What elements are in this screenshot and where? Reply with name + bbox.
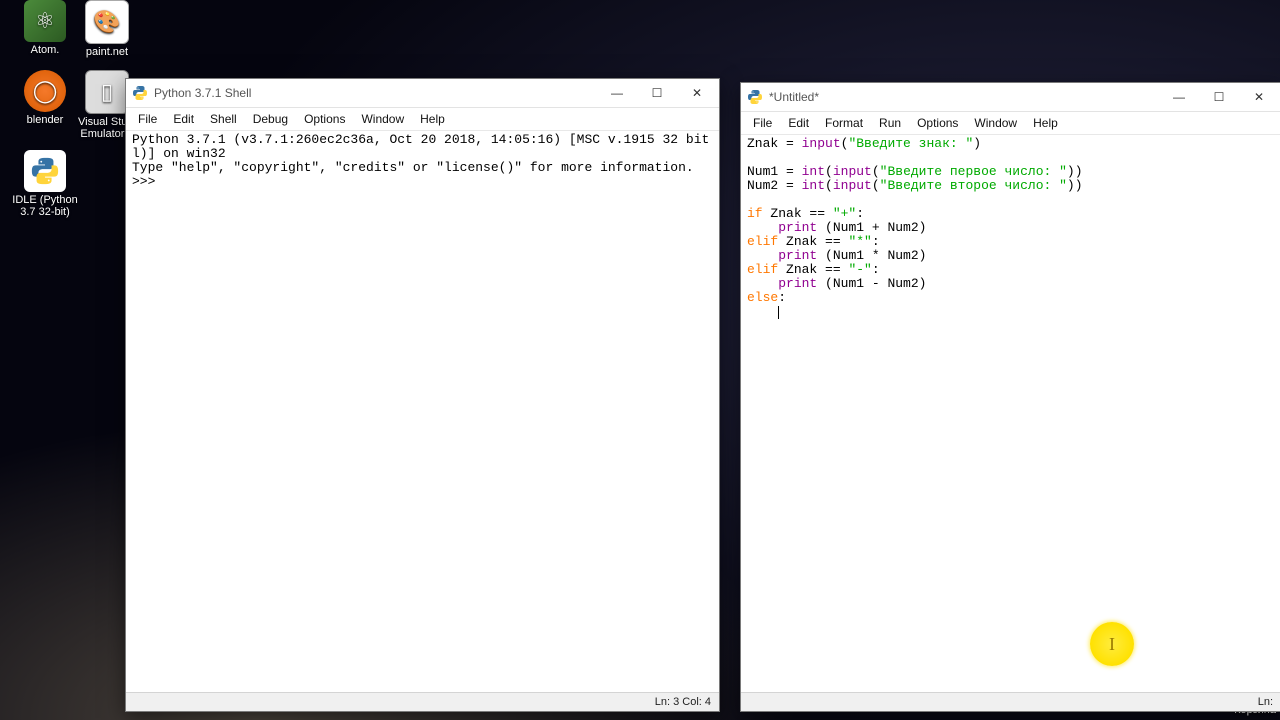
menu-debug[interactable]: Debug — [245, 110, 296, 128]
titlebar[interactable]: Python 3.7.1 Shell — ☐ ✕ — [126, 79, 719, 108]
desktop-icon-paintnet[interactable]: 🎨 paint.net — [72, 0, 142, 58]
python-icon — [132, 85, 148, 101]
shell-text-area[interactable]: Python 3.7.1 (v3.7.1:260ec2c36a, Oct 20 … — [126, 131, 719, 692]
shell-line: Python 3.7.1 (v3.7.1:260ec2c36a, Oct 20 … — [132, 132, 719, 147]
menu-options[interactable]: Options — [296, 110, 353, 128]
menu-edit[interactable]: Edit — [165, 110, 202, 128]
menu-help[interactable]: Help — [1025, 114, 1066, 132]
atom-icon: ⚛ — [24, 0, 66, 42]
close-button[interactable]: ✕ — [1239, 83, 1279, 111]
menu-edit[interactable]: Edit — [780, 114, 817, 132]
desktop-icon-label: paint.net — [86, 46, 128, 58]
paintnet-icon: 🎨 — [85, 0, 129, 44]
window-title: Python 3.7.1 Shell — [154, 86, 251, 100]
status-text: Ln: 3 Col: 4 — [655, 696, 711, 708]
desktop-icon-label: Atom. — [31, 44, 60, 56]
desktop-icon-idle[interactable]: IDLE (Python 3.7 32-bit) — [10, 150, 80, 218]
menubar: File Edit Format Run Options Window Help — [741, 112, 1280, 135]
maximize-button[interactable]: ☐ — [637, 79, 677, 107]
menubar: File Edit Shell Debug Options Window Hel… — [126, 108, 719, 131]
vsemulator-icon: ▯ — [85, 70, 129, 114]
python-shell-window: Python 3.7.1 Shell — ☐ ✕ File Edit Shell… — [125, 78, 720, 712]
window-title: *Untitled* — [769, 90, 819, 104]
titlebar[interactable]: *Untitled* — ☐ ✕ — [741, 83, 1280, 112]
menu-help[interactable]: Help — [412, 110, 453, 128]
close-button[interactable]: ✕ — [677, 79, 717, 107]
text-caret — [778, 306, 779, 319]
menu-file[interactable]: File — [130, 110, 165, 128]
menu-shell[interactable]: Shell — [202, 110, 245, 128]
desktop-icon-blender[interactable]: ◯ blender — [10, 70, 80, 126]
idle-icon — [24, 150, 66, 192]
statusbar: Ln: — [741, 692, 1280, 711]
statusbar: Ln: 3 Col: 4 — [126, 692, 719, 711]
blender-icon: ◯ — [24, 70, 66, 112]
shell-line: Type "help", "copyright", "credits" or "… — [132, 160, 694, 175]
python-editor-window: *Untitled* — ☐ ✕ File Edit Format Run Op… — [740, 82, 1280, 712]
maximize-button[interactable]: ☐ — [1199, 83, 1239, 111]
desktop-icon-label: IDLE (Python 3.7 32-bit) — [10, 194, 80, 218]
code-text-area[interactable]: Znak = input("Введите знак: ") Num1 = in… — [741, 135, 1280, 692]
python-icon — [747, 89, 763, 105]
minimize-button[interactable]: — — [1159, 83, 1199, 111]
menu-window[interactable]: Window — [966, 114, 1025, 132]
desktop-icon-label: blender — [27, 114, 64, 126]
desktop-icon-atom[interactable]: ⚛ Atom. — [10, 0, 80, 56]
menu-run[interactable]: Run — [871, 114, 909, 132]
menu-file[interactable]: File — [745, 114, 780, 132]
menu-format[interactable]: Format — [817, 114, 871, 132]
menu-options[interactable]: Options — [909, 114, 966, 132]
minimize-button[interactable]: — — [597, 79, 637, 107]
shell-line: l)] on win32 — [132, 146, 226, 161]
menu-window[interactable]: Window — [353, 110, 412, 128]
status-text: Ln: — [1258, 696, 1273, 708]
shell-prompt: >>> — [132, 174, 163, 189]
